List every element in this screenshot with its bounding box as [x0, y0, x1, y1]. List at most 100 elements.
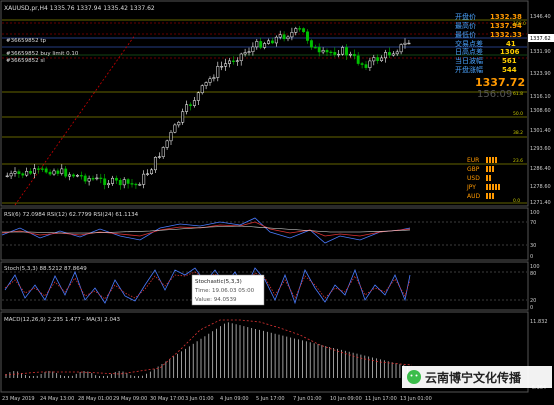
info-label-6: 开盘涨幅: [455, 65, 483, 74]
candle-body: [33, 168, 36, 174]
candle-body: [72, 174, 75, 177]
candle-body: [387, 52, 391, 56]
candle-body: [270, 40, 274, 44]
fib-label-100: 100.0: [513, 21, 526, 27]
candle-body: [228, 60, 231, 64]
info-label-2: 最低价: [455, 30, 476, 39]
stoch-level: 80: [530, 271, 536, 277]
time-tick: 28 May 01:00: [78, 396, 112, 402]
candle-body: [345, 47, 348, 56]
strength-bar: [486, 157, 488, 163]
strength-bar: [489, 157, 491, 163]
candle-body: [5, 175, 9, 177]
rsi-level: 100: [530, 210, 540, 216]
price-tick: 1323.90: [530, 71, 551, 77]
price-tick: 1293.60: [530, 146, 551, 152]
fib-label-236: 23.6: [513, 158, 523, 164]
order-sl-label: #36659852 sl: [6, 58, 45, 64]
candle-body: [29, 171, 33, 174]
candle-body: [177, 121, 181, 126]
tooltip-time: Time: 19.06.03 05:00: [194, 288, 255, 294]
candle-body: [290, 32, 294, 38]
strength-bar: [489, 184, 491, 190]
wechat-icon: [407, 370, 421, 384]
candle-body: [224, 63, 228, 67]
stoch-label: Stoch(5,3,3) 88.5212 87.8649: [4, 266, 87, 272]
candle-body: [64, 168, 68, 177]
candle-body: [263, 43, 267, 48]
price-tick: 1271.40: [530, 200, 551, 206]
candle-body: [103, 178, 107, 186]
price-tick: 1346.40: [530, 14, 551, 20]
rsi-level: 30: [530, 243, 536, 249]
candle-body: [380, 57, 384, 61]
info-value-2: 1332.33: [490, 31, 522, 39]
candle-body: [95, 177, 99, 180]
candle-body: [111, 177, 114, 184]
info-value-4: 1306: [500, 48, 520, 56]
candle-body: [161, 147, 165, 157]
candle-body: [251, 46, 255, 52]
candle-body: [204, 82, 208, 86]
trading-chart[interactable]: XAUUSD,pr,H4 1335.76 1337.94 1335.42 133…: [0, 0, 554, 405]
strength-bar: [489, 175, 491, 181]
info-label-5: 当日波幅: [455, 56, 483, 65]
time-tick: 7 Jun 01:00: [293, 396, 322, 402]
candle-body: [407, 42, 411, 45]
time-tick: 4 Jun 09:00: [220, 396, 249, 402]
candle-body: [169, 131, 173, 142]
price-tick: 1286.40: [530, 166, 551, 172]
candle-body: [321, 50, 325, 53]
candle-body: [313, 47, 317, 49]
candle-body: [356, 55, 360, 64]
currency-usd: USD: [467, 175, 480, 182]
candle-body: [142, 173, 146, 185]
candle-body: [364, 64, 368, 68]
candle-body: [208, 78, 212, 83]
strength-bar: [495, 157, 497, 163]
stoch-level: 100: [530, 264, 540, 270]
candle-body: [403, 42, 407, 45]
candle-body: [25, 171, 29, 176]
price-tick-current: 1337.62: [530, 36, 551, 42]
tooltip-value: Value: 94.0539: [195, 297, 237, 303]
strength-bar: [486, 193, 488, 199]
price-tick: 1301.40: [530, 128, 551, 134]
candle-body: [243, 52, 247, 55]
time-tick: 29 May 09:00: [113, 396, 147, 402]
candle-body: [150, 169, 153, 175]
currency-eur: EUR: [467, 157, 479, 164]
rsi-label: RSI(6) 72.0984 RSI(12) 62.7799 RSI(24) 6…: [4, 212, 139, 218]
candle-body: [333, 52, 337, 55]
candle-body: [60, 168, 64, 174]
candle-body: [153, 157, 157, 171]
candle-body: [87, 178, 91, 182]
candle-body: [212, 77, 216, 79]
watermark-text: 云南博宁文化传播: [425, 370, 522, 385]
candle-body: [165, 140, 169, 148]
order-tp-label: #36659852 tp: [6, 38, 47, 44]
time-tick: 11 Jun 17:00: [365, 396, 397, 402]
info-label-4: 日高点差: [455, 47, 483, 56]
candle-body: [216, 66, 220, 78]
candle-body: [134, 183, 138, 186]
candle-body: [114, 177, 118, 181]
candle-body: [360, 63, 364, 65]
fib-label-382: 38.2: [513, 130, 523, 136]
candle-body: [391, 53, 395, 56]
strength-bar: [492, 184, 494, 190]
time-tick: 23 May 2019: [2, 396, 35, 402]
candle-body: [21, 173, 25, 176]
tooltip-title: Stochastic(5,3,3): [195, 279, 242, 285]
candle-body: [231, 60, 235, 62]
candle-body: [348, 53, 352, 56]
order-buy-limit-label: #36659852 buy limit 0.10: [6, 51, 79, 57]
price-axis: 1346.40 1337.62 1331.90 1323.90 1316.10 …: [528, 14, 554, 206]
wechat-icon-eye: [415, 374, 418, 377]
price-tick: 1278.60: [530, 184, 551, 190]
candle-body: [36, 168, 40, 170]
time-tick: 24 May 13:00: [40, 396, 74, 402]
candle-body: [107, 183, 111, 186]
price-tick: 1308.60: [530, 108, 551, 114]
candle-body: [83, 175, 87, 182]
